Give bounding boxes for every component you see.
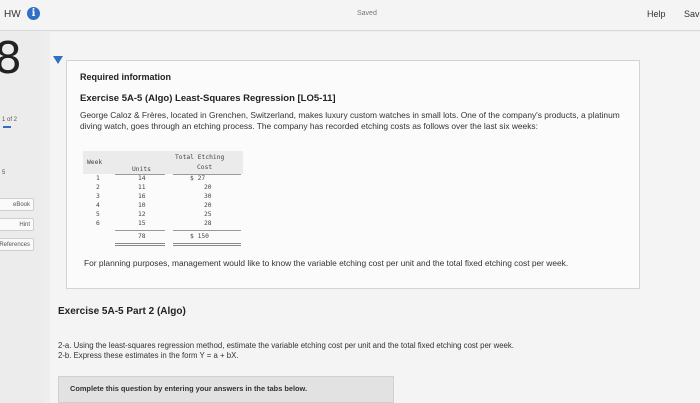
etching-cost-table: Week Units Total Etching Cost 1 14 $ 27 … bbox=[83, 151, 243, 248]
planning-text: For planning purposes, management would … bbox=[84, 258, 569, 268]
row-cost: 30 bbox=[204, 193, 212, 200]
header-week: Week bbox=[87, 159, 103, 166]
instructions: 2-a. Using the least-squares regression … bbox=[58, 341, 658, 361]
help-link[interactable]: Help bbox=[647, 9, 666, 19]
saved-status: Saved bbox=[357, 10, 377, 17]
assignment-label: HW bbox=[4, 9, 21, 20]
hint-button[interactable]: Hint bbox=[0, 218, 34, 231]
row-week: 5 bbox=[96, 211, 100, 218]
page-indicator: 1 of 2 bbox=[2, 117, 18, 123]
row-cost: 25 bbox=[204, 211, 212, 218]
ebook-button[interactable]: eBook bbox=[0, 198, 34, 211]
header-units: Units bbox=[132, 166, 151, 173]
total-units: 78 bbox=[138, 233, 146, 240]
header-cost-line1: Total Etching bbox=[175, 154, 225, 161]
cost-double-rule bbox=[173, 243, 241, 246]
instruction-2b: 2-b. Express these estimates in the form… bbox=[58, 351, 239, 360]
row-units: 11 bbox=[138, 184, 146, 191]
units-double-rule bbox=[115, 243, 165, 246]
row-week: 2 bbox=[96, 184, 100, 191]
exercise-description: George Caloz & Frères, located in Grench… bbox=[80, 110, 620, 131]
info-icon[interactable]: i bbox=[27, 7, 40, 20]
sidebar-char: 5 bbox=[2, 170, 6, 176]
complete-prompt: Complete this question by entering your … bbox=[70, 384, 308, 393]
row-cost: 20 bbox=[204, 202, 212, 209]
top-bar: HW i Saved Help Save bbox=[0, 0, 700, 31]
row-units: 14 bbox=[138, 175, 146, 182]
required-info-heading: Required information bbox=[80, 72, 172, 82]
row-week: 6 bbox=[96, 220, 100, 227]
instruction-2a: 2-a. Using the least-squares regression … bbox=[58, 341, 514, 350]
row-units: 10 bbox=[138, 202, 146, 209]
cost-header-rule bbox=[173, 174, 241, 175]
row-cost: 20 bbox=[204, 184, 212, 191]
row-units: 15 bbox=[138, 220, 146, 227]
row-week: 3 bbox=[96, 193, 100, 200]
exercise-title: Exercise 5A-5 (Algo) Least-Squares Regre… bbox=[80, 93, 336, 104]
row-week: 4 bbox=[96, 202, 100, 209]
part2-title: Exercise 5A-5 Part 2 (Algo) bbox=[58, 306, 186, 317]
row-units: 12 bbox=[138, 211, 146, 218]
row-cost: $ 27 bbox=[190, 175, 206, 182]
progress-mark bbox=[3, 126, 11, 128]
header-cost-line2: Cost bbox=[197, 164, 213, 171]
save-exit-button[interactable]: Save bbox=[684, 9, 700, 19]
cost-total-rule bbox=[173, 230, 241, 231]
sidebar bbox=[0, 31, 44, 403]
question-number: 8 bbox=[0, 33, 22, 84]
row-week: 1 bbox=[96, 175, 100, 182]
units-total-rule bbox=[115, 230, 165, 231]
total-cost: $ 150 bbox=[190, 233, 209, 240]
references-button[interactable]: References bbox=[0, 238, 34, 251]
collapse-triangle-icon[interactable] bbox=[53, 56, 63, 64]
row-units: 16 bbox=[138, 193, 146, 200]
row-cost: 28 bbox=[204, 220, 212, 227]
